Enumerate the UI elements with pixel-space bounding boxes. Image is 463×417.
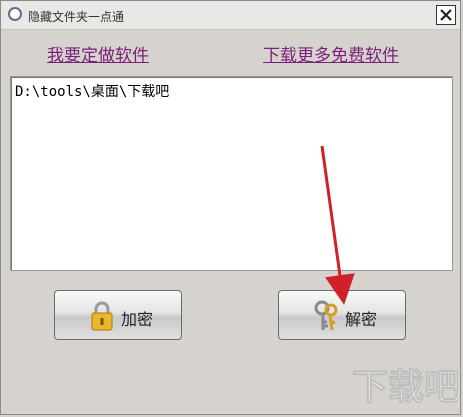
encrypt-button[interactable]: 加密 bbox=[54, 290, 182, 340]
decrypt-button[interactable]: 解密 bbox=[278, 290, 406, 340]
svg-text:下载吧: 下载吧 bbox=[352, 367, 458, 408]
title-bar[interactable]: 隐藏文件夹一点通 bbox=[1, 1, 460, 30]
decrypt-label: 解密 bbox=[345, 310, 378, 329]
custom-software-link[interactable]: 我要定做软件 bbox=[47, 41, 149, 66]
folder-path-item[interactable]: D:\tools\桌面\下载吧 bbox=[15, 84, 169, 100]
encrypt-label: 加密 bbox=[121, 310, 154, 329]
keys-icon bbox=[314, 300, 338, 331]
watermark-logo: 下载吧 bbox=[352, 367, 458, 409]
main-window: 隐藏文件夹一点通 我要定做软件 下载更多免费软件 D:\tools\桌面\下载吧… bbox=[0, 0, 461, 415]
window-title: 隐藏文件夹一点通 bbox=[28, 10, 125, 24]
app-icon bbox=[8, 7, 22, 21]
padlock-icon bbox=[91, 301, 113, 331]
download-free-link[interactable]: 下载更多免费软件 bbox=[263, 41, 399, 66]
folder-path-list[interactable]: D:\tools\桌面\下载吧 bbox=[10, 76, 453, 271]
close-icon bbox=[440, 9, 452, 21]
close-button[interactable] bbox=[436, 5, 456, 25]
